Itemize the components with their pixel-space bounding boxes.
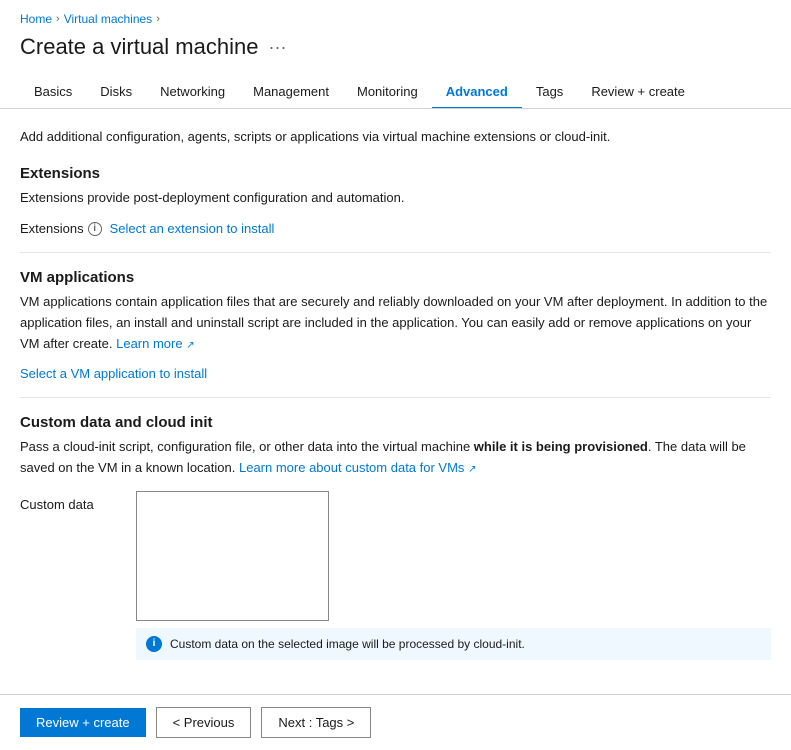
custom-data-info-text: Custom data on the selected image will b…	[170, 637, 525, 651]
tab-networking[interactable]: Networking	[146, 76, 239, 109]
breadcrumb-sep-1: ›	[56, 13, 60, 25]
extensions-select-link[interactable]: Select an extension to install	[110, 221, 275, 236]
extensions-title: Extensions	[20, 165, 771, 182]
footer-bar: Review + create < Previous Next : Tags >	[0, 694, 791, 750]
divider-1	[20, 252, 771, 253]
breadcrumb: Home › Virtual machines ›	[20, 12, 771, 26]
previous-button[interactable]: < Previous	[156, 707, 252, 738]
page-description: Add additional configuration, agents, sc…	[20, 127, 771, 147]
vm-applications-section: VM applications VM applications contain …	[20, 269, 771, 381]
extensions-info-icon[interactable]: i	[88, 222, 102, 236]
custom-data-textarea[interactable]	[136, 491, 329, 621]
vm-apps-title: VM applications	[20, 269, 771, 286]
extensions-section: Extensions Extensions provide post-deplo…	[20, 165, 771, 237]
tabs-nav: Basics Disks Networking Management Monit…	[0, 76, 791, 109]
tab-basics[interactable]: Basics	[20, 76, 86, 109]
next-button[interactable]: Next : Tags >	[261, 707, 371, 738]
custom-data-section: Custom data and cloud init Pass a cloud-…	[20, 414, 771, 660]
custom-data-label: Custom data	[20, 491, 120, 512]
more-options-icon[interactable]: ···	[268, 37, 286, 58]
tab-monitoring[interactable]: Monitoring	[343, 76, 432, 109]
custom-data-info-banner: i Custom data on the selected image will…	[136, 628, 771, 660]
breadcrumb-vms[interactable]: Virtual machines	[64, 12, 153, 26]
breadcrumb-home[interactable]: Home	[20, 12, 52, 26]
vm-apps-learn-more-link[interactable]: Learn more ↗	[116, 336, 195, 351]
page-title: Create a virtual machine	[20, 34, 258, 60]
tab-review-create[interactable]: Review + create	[577, 76, 699, 109]
tab-tags[interactable]: Tags	[522, 76, 577, 109]
divider-2	[20, 397, 771, 398]
tab-advanced[interactable]: Advanced	[432, 76, 522, 109]
review-create-button[interactable]: Review + create	[20, 708, 146, 737]
tab-disks[interactable]: Disks	[86, 76, 146, 109]
custom-data-title: Custom data and cloud init	[20, 414, 771, 431]
extensions-field-label: Extensions	[20, 221, 84, 236]
custom-data-learn-more-link[interactable]: Learn more about custom data for VMs ↗	[239, 460, 476, 475]
vm-apps-select-link[interactable]: Select a VM application to install	[20, 366, 207, 381]
breadcrumb-sep-2: ›	[156, 13, 160, 25]
external-link-icon-2: ↗	[468, 464, 476, 475]
tab-management[interactable]: Management	[239, 76, 343, 109]
extensions-description: Extensions provide post-deployment confi…	[20, 188, 771, 208]
custom-data-description: Pass a cloud-init script, configuration …	[20, 437, 771, 479]
vm-apps-description: VM applications contain application file…	[20, 292, 771, 354]
external-link-icon-1: ↗	[186, 340, 194, 351]
info-circle-icon: i	[146, 636, 162, 652]
